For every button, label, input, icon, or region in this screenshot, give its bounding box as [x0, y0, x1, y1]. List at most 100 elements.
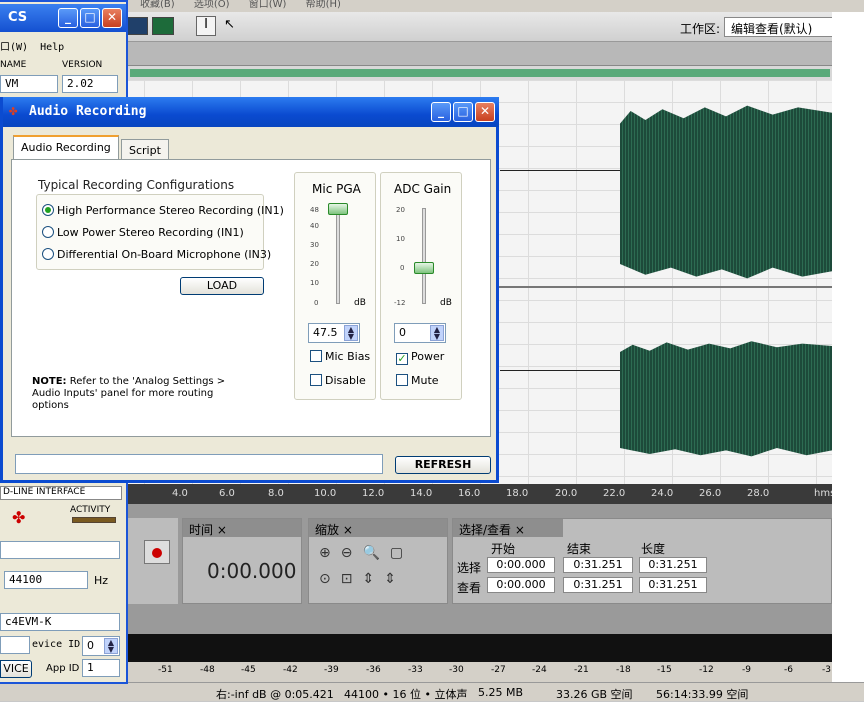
minimize-icon[interactable]: _	[58, 8, 78, 28]
adc-gain-tick: 10	[396, 235, 405, 243]
waveform-view-icon[interactable]	[152, 17, 174, 35]
device-name-field[interactable]: c4EVM-K	[0, 613, 120, 631]
mic-pga-tick: 0	[314, 299, 319, 307]
app-id-label: App ID	[46, 663, 80, 674]
disable-checkbox[interactable]: Disable	[310, 374, 366, 387]
close-icon[interactable]: ×	[515, 523, 525, 537]
meter-tick: -6	[784, 665, 793, 675]
close-icon[interactable]: ✕	[475, 102, 495, 122]
mute-label: Mute	[411, 374, 439, 387]
ruler-tick: 26.0	[699, 488, 722, 499]
spin-arrows-icon[interactable]: ▲ ▼	[344, 325, 358, 341]
menu-options[interactable]: 选项(O)	[194, 0, 230, 10]
workspace-select[interactable]: 编辑查看(默认)	[724, 17, 834, 37]
left-channel-centerline	[500, 170, 620, 171]
zoom-panel-title: 缩放	[315, 523, 340, 537]
ruler-tick: 6.0	[219, 488, 235, 499]
ruler-tick: 24.0	[651, 488, 674, 499]
zoom-in-amplitude-icon[interactable]: ⊕⊖🔍▢	[319, 545, 413, 561]
device-field-stub[interactable]	[0, 636, 30, 654]
mic-pga-slider-track[interactable]	[336, 208, 340, 304]
evm-menu[interactable]: 口(W) Help	[0, 38, 64, 53]
meter-tick: -9	[742, 665, 751, 675]
left-channel-waveform	[620, 105, 832, 279]
row-select-label: 选择	[457, 561, 482, 575]
ruler-tick: 20.0	[555, 488, 578, 499]
move-tool-icon[interactable]: ↖	[224, 17, 242, 35]
spin-arrows-icon[interactable]: ▲ ▼	[430, 325, 444, 341]
ruler-tick: 8.0	[268, 488, 284, 499]
app-id-field[interactable]: 1	[82, 659, 120, 677]
evm-title: CS	[8, 10, 28, 25]
meter-tick: -27	[491, 665, 506, 675]
adc-gain-value: 0	[399, 326, 406, 339]
device-id-stepper[interactable]: 0 ▲ ▼	[82, 636, 120, 656]
mute-checkbox[interactable]: Mute	[396, 374, 439, 387]
mic-pga-slider-thumb[interactable]	[328, 202, 348, 215]
status-free-space: 33.26 GB 空间	[556, 688, 633, 701]
tab-script[interactable]: Script	[121, 139, 169, 161]
ruler-tick: 14.0	[410, 488, 433, 499]
load-button[interactable]: LOAD	[180, 277, 264, 295]
option-differential-mic[interactable]: Differential On-Board Microphone (IN3)	[42, 248, 271, 261]
note-bold: NOTE:	[32, 376, 67, 387]
right-scrollbar[interactable]	[832, 12, 864, 682]
right-channel-waveform	[620, 341, 832, 457]
row-view-label: 查看	[457, 581, 482, 595]
dialog-title-bar[interactable]: ✤ Audio Recording	[3, 97, 499, 127]
mic-pga-tick: 48	[310, 206, 319, 214]
spin-arrows-icon[interactable]: ▲ ▼	[104, 638, 118, 654]
record-button[interactable]	[144, 540, 170, 564]
adc-gain-slider-track[interactable]	[422, 208, 426, 304]
menu-window[interactable]: 窗口(W)	[249, 0, 287, 10]
sample-rate-unit: Hz	[94, 574, 109, 587]
adc-gain-unit: dB	[440, 298, 452, 308]
device-button[interactable]: VICE	[0, 660, 32, 678]
status-text-field[interactable]	[15, 454, 383, 474]
adc-gain-slider-thumb[interactable]	[414, 262, 434, 274]
refresh-button[interactable]: REFRESH	[395, 456, 491, 474]
option-label: Differential On-Board Microphone (IN3)	[57, 248, 272, 261]
view-end-field[interactable]: 0:31.251	[563, 577, 633, 593]
ruler-tick: 10.0	[314, 488, 337, 499]
evm-blank-field	[0, 541, 120, 559]
ruler-tick: 28.0	[747, 488, 770, 499]
minimize-icon[interactable]: _	[431, 102, 451, 122]
time-selection-tool-icon[interactable]: I	[196, 16, 216, 36]
config-heading: Typical Recording Configurations	[38, 178, 235, 192]
menu-help[interactable]: 帮助(H)	[306, 0, 341, 10]
power-checkbox[interactable]: ✓ Power	[396, 350, 444, 365]
option-high-performance[interactable]: High Performance Stereo Recording (IN1)	[42, 204, 284, 217]
maximize-icon[interactable]: □	[80, 8, 100, 28]
tab-audio-recording[interactable]: Audio Recording	[13, 135, 119, 159]
overview-range[interactable]	[130, 69, 830, 77]
mic-bias-checkbox[interactable]: Mic Bias	[310, 350, 370, 363]
close-icon[interactable]: ✕	[102, 8, 122, 28]
ti-logo-icon: ✤	[12, 508, 26, 527]
adc-gain-tick: 0	[400, 264, 405, 272]
select-end-field[interactable]: 0:31.251	[563, 557, 633, 573]
col-end-label: 结束	[567, 542, 592, 556]
option-low-power[interactable]: Low Power Stereo Recording (IN1)	[42, 226, 244, 239]
interface-label: D-LINE INTERFACE	[0, 486, 122, 500]
select-start-field[interactable]: 0:00.000	[487, 557, 555, 573]
view-length-field[interactable]: 0:31.251	[639, 577, 707, 593]
radio-selected-icon	[42, 204, 54, 216]
close-icon[interactable]: ×	[217, 523, 227, 537]
maximize-icon[interactable]: □	[453, 102, 473, 122]
mic-pga-title: Mic PGA	[312, 182, 361, 196]
option-label: Low Power Stereo Recording (IN1)	[57, 226, 244, 239]
mic-pga-stepper[interactable]: 47.5 ▲ ▼	[308, 323, 360, 343]
adc-gain-stepper[interactable]: 0 ▲ ▼	[394, 323, 446, 343]
meter-tick: -39	[324, 665, 339, 675]
mic-pga-tick: 40	[310, 222, 319, 230]
mic-pga-tick: 30	[310, 241, 319, 249]
view-start-field[interactable]: 0:00.000	[487, 577, 555, 593]
close-icon[interactable]: ×	[343, 523, 353, 537]
zoom-full-icon[interactable]: ⊙⊡⇕⇕	[319, 571, 406, 587]
spectral-view-icon[interactable]	[126, 17, 148, 35]
select-length-field[interactable]: 0:31.251	[639, 557, 707, 573]
sample-rate-field[interactable]: 44100	[4, 571, 88, 589]
menu-favorites[interactable]: 收藏(B)	[140, 0, 175, 10]
option-label: High Performance Stereo Recording (IN1)	[57, 204, 284, 217]
